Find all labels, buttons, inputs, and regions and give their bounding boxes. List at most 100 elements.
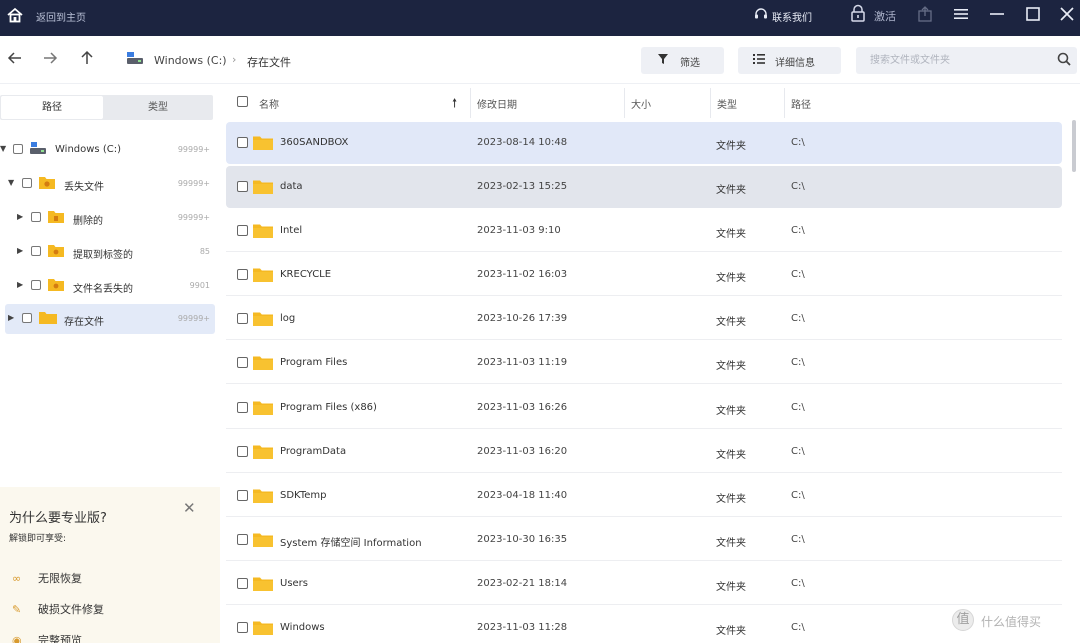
- modified-date: 2023-10-26 17:39: [477, 313, 568, 324]
- folder-icon: [253, 444, 273, 459]
- table-row[interactable]: 360SANDBOX 2023-08-14 10:48 文件夹 C:\: [226, 122, 1062, 164]
- select-all-checkbox[interactable]: [237, 96, 248, 107]
- tree-item-existing-files[interactable]: ▶ 存在文件 99999+: [5, 304, 215, 334]
- tree-item-name-lost[interactable]: ▶ 文件名丢失的 9901: [5, 271, 215, 301]
- tree-item-label: 提取到标签的: [73, 250, 133, 261]
- up-arrow-icon[interactable]: [77, 50, 97, 70]
- breadcrumb-drive[interactable]: Windows (C:): [154, 54, 227, 67]
- promo-item-label: 无限恢复: [38, 572, 82, 585]
- row-checkbox[interactable]: [237, 622, 248, 633]
- table-row[interactable]: KRECYCLE 2023-11-02 16:03 文件夹 C:\: [226, 254, 1062, 296]
- folder-icon: [253, 311, 273, 326]
- table-row[interactable]: ProgramData 2023-11-03 16:20 文件夹 C:\: [226, 431, 1062, 473]
- scrollbar[interactable]: [1072, 120, 1076, 172]
- menu-icon[interactable]: [949, 3, 973, 25]
- column-name[interactable]: 名称: [259, 96, 279, 111]
- promo-subtitle: 解锁即可享受:: [9, 534, 67, 544]
- back-to-home-label[interactable]: 返回到主页: [36, 9, 86, 24]
- tab-type[interactable]: 类型: [105, 96, 211, 119]
- checkbox[interactable]: [13, 144, 23, 154]
- expand-arrow-icon[interactable]: ▶: [17, 212, 23, 221]
- tree-item-count: 99999+: [177, 213, 210, 222]
- modified-date: 2023-04-18 11:40: [477, 490, 568, 501]
- row-checkbox[interactable]: [237, 446, 248, 457]
- row-checkbox[interactable]: [237, 137, 248, 148]
- column-divider: [784, 88, 785, 118]
- activate-button[interactable]: 激活: [874, 8, 896, 24]
- tree-item-count: 9901: [189, 281, 210, 290]
- modified-date: 2023-11-03 11:19: [477, 357, 568, 368]
- expand-arrow-icon[interactable]: ▼: [8, 178, 14, 187]
- maximize-button[interactable]: [1021, 3, 1045, 25]
- share-icon[interactable]: [917, 6, 933, 22]
- tree-item-windows-c[interactable]: ▼ Windows (C:) 99999+: [0, 135, 215, 165]
- details-button[interactable]: 详细信息: [738, 47, 841, 74]
- row-checkbox[interactable]: [237, 225, 248, 236]
- sidebar: 路径 类型 ▼ Windows (C:) 99999+ ▼ 丢失文件 99999…: [0, 84, 220, 643]
- table-row[interactable]: System 存储空间 Information 2023-10-30 16:35 文…: [226, 519, 1062, 561]
- filter-button[interactable]: 筛选: [641, 47, 724, 74]
- file-path: C:\: [791, 357, 805, 368]
- tree-item-tagged[interactable]: ▶ 提取到标签的 85: [5, 237, 215, 267]
- table-row[interactable]: Intel 2023-11-03 9:10 文件夹 C:\: [226, 210, 1062, 252]
- checkbox[interactable]: [22, 178, 32, 188]
- row-checkbox[interactable]: [237, 269, 248, 280]
- row-checkbox[interactable]: [237, 313, 248, 324]
- back-arrow-icon[interactable]: [5, 50, 25, 70]
- file-path: C:\: [791, 269, 805, 280]
- tree-item-label: 丢失文件: [64, 182, 104, 193]
- column-size[interactable]: 大小: [631, 96, 651, 111]
- table-row[interactable]: Program Files 2023-11-03 11:19 文件夹 C:\: [226, 342, 1062, 384]
- expand-arrow-icon[interactable]: ▼: [0, 144, 6, 153]
- tab-path[interactable]: 路径: [1, 96, 103, 119]
- modified-date: 2023-11-03 11:28: [477, 622, 568, 633]
- checkbox[interactable]: [31, 212, 41, 222]
- file-type: 文件夹: [716, 538, 746, 549]
- table-row[interactable]: Program Files (x86) 2023-11-03 16:26 文件夹 C:…: [226, 387, 1062, 429]
- file-type: 文件夹: [716, 317, 746, 328]
- checkbox[interactable]: [31, 246, 41, 256]
- row-checkbox[interactable]: [237, 490, 248, 501]
- forward-arrow-icon[interactable]: [40, 50, 60, 70]
- tree-item-deleted[interactable]: ▶ 删除的 99999+: [5, 203, 215, 233]
- search-input[interactable]: [856, 47, 1077, 74]
- breadcrumb-current[interactable]: 存在文件: [247, 54, 291, 70]
- table-row[interactable]: log 2023-10-26 17:39 文件夹 C:\: [226, 298, 1062, 340]
- file-type: 文件夹: [716, 626, 746, 637]
- row-checkbox[interactable]: [237, 578, 248, 589]
- row-checkbox[interactable]: [237, 534, 248, 545]
- file-path: C:\: [791, 490, 805, 501]
- contact-us-link[interactable]: 联系我们: [772, 9, 812, 24]
- preview-icon: ◉: [12, 634, 22, 643]
- home-icon[interactable]: [6, 6, 24, 24]
- table-row[interactable]: data 2023-02-13 15:25 文件夹 C:\: [226, 166, 1062, 208]
- close-button[interactable]: [1055, 3, 1079, 25]
- file-name: Program Files: [280, 357, 348, 368]
- column-type[interactable]: 类型: [717, 96, 737, 111]
- file-name: Windows: [280, 622, 325, 633]
- table-row[interactable]: Windows 2023-11-03 11:28 文件夹 C:\: [226, 607, 1062, 643]
- column-divider: [470, 88, 471, 118]
- minimize-button[interactable]: [985, 3, 1009, 25]
- table-row[interactable]: SDKTemp 2023-04-18 11:40 文件夹 C:\: [226, 475, 1062, 517]
- row-checkbox[interactable]: [237, 357, 248, 368]
- sort-up-arrow-icon[interactable]: 🠕: [452, 94, 457, 115]
- row-checkbox[interactable]: [237, 402, 248, 413]
- column-date[interactable]: 修改日期: [477, 96, 517, 111]
- row-checkbox[interactable]: [237, 181, 248, 192]
- modified-date: 2023-11-03 9:10: [477, 225, 561, 236]
- file-type: 文件夹: [716, 406, 746, 417]
- checkbox[interactable]: [22, 313, 32, 323]
- expand-arrow-icon[interactable]: ▶: [17, 280, 23, 289]
- filter-icon: [657, 53, 669, 68]
- file-path: C:\: [791, 622, 805, 633]
- search-icon[interactable]: [1057, 52, 1071, 66]
- close-icon[interactable]: ✕: [183, 499, 196, 517]
- tree-item-lost-files[interactable]: ▼ 丢失文件 99999+: [5, 169, 215, 199]
- expand-arrow-icon[interactable]: ▶: [17, 246, 23, 255]
- expand-arrow-icon[interactable]: ▶: [8, 313, 14, 322]
- file-type: 文件夹: [716, 273, 746, 284]
- table-row[interactable]: Users 2023-02-21 18:14 文件夹 C:\: [226, 563, 1062, 605]
- checkbox[interactable]: [31, 280, 41, 290]
- column-path[interactable]: 路径: [791, 96, 811, 111]
